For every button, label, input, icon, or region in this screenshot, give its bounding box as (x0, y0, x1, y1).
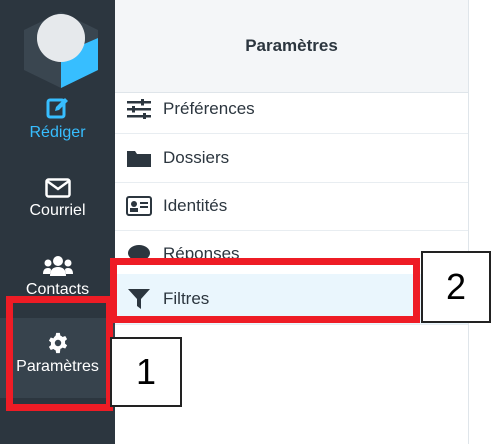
highlight-filters (110, 258, 420, 323)
compose-icon (46, 98, 68, 119)
folder-icon (125, 147, 153, 169)
sliders-icon (125, 98, 153, 120)
sidebar-item-label: Rédiger (29, 124, 86, 141)
highlight-settings (6, 296, 113, 411)
right-gutter (469, 0, 500, 444)
menu-item-label: Dossiers (163, 148, 230, 167)
callout-1: 1 (110, 337, 182, 407)
menu-item-identities[interactable]: Identités (115, 182, 468, 231)
sidebar-item-mail[interactable]: Courriel (0, 178, 115, 220)
users-icon (42, 256, 73, 276)
sidebar-item-contacts[interactable]: Contacts (0, 255, 115, 299)
menu-item-label: Préférences (163, 99, 255, 118)
envelope-icon (44, 178, 71, 198)
panel-title: Paramètres (115, 0, 468, 93)
menu-item-label: Identités (163, 196, 228, 215)
logo (24, 12, 98, 88)
callout-2: 2 (421, 251, 491, 323)
sidebar-item-compose[interactable]: Rédiger (0, 96, 115, 142)
id-card-icon (125, 195, 153, 217)
menu-item-preferences[interactable]: Préférences (115, 85, 468, 134)
sidebar-item-label: Courriel (29, 202, 86, 219)
menu-item-folders[interactable]: Dossiers (115, 134, 468, 183)
